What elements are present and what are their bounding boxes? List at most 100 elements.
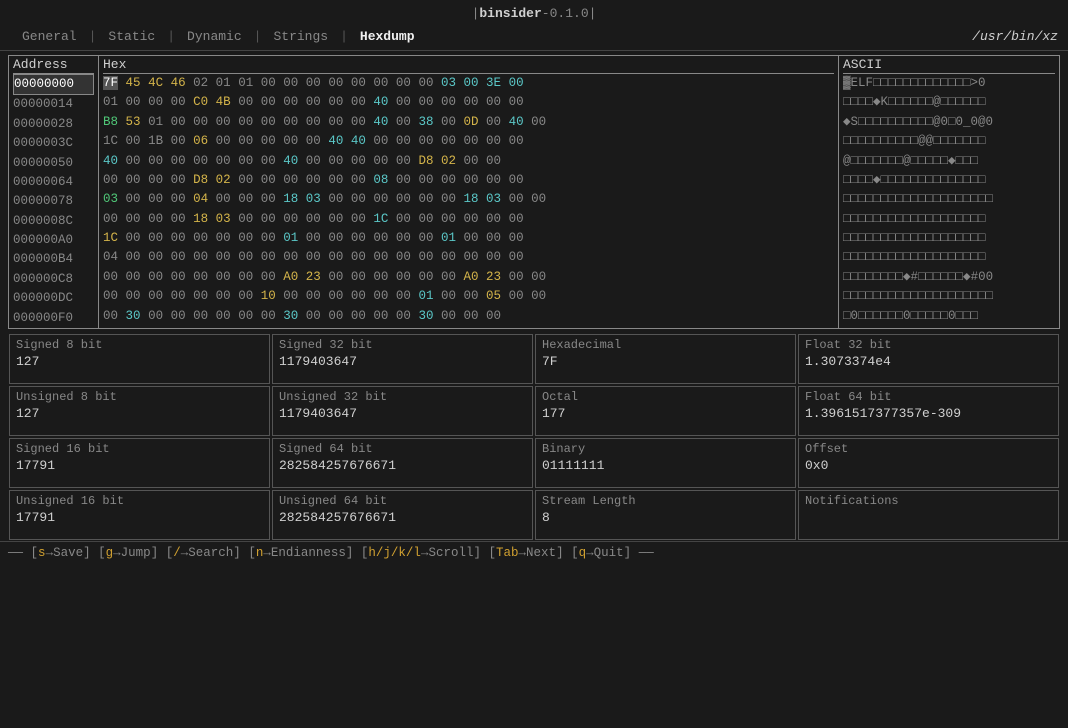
tab-general[interactable]: General: [10, 27, 89, 46]
label-binary: Binary: [542, 442, 585, 456]
tab-hexdump[interactable]: Hexdump: [348, 27, 427, 46]
address-column: Address 0000000000000014000000280000003C…: [9, 56, 99, 328]
title-bar: |binsider-0.1.0|: [0, 0, 1068, 23]
status-key[interactable]: q: [579, 546, 587, 560]
tabs: General | Static | Dynamic | Strings | H…: [10, 27, 427, 46]
ascii-row: □□□□□□□□□□□□□□□□□□□: [843, 248, 1055, 267]
panel-hexadecimal: Hexadecimal 7F: [535, 334, 796, 384]
label-float-32bit: Float 32 bit: [805, 338, 891, 352]
hex-row: 7F 45 4C 46 02 01 01 00 00 00 00 00 00 0…: [103, 74, 834, 93]
hex-row: 1C 00 00 00 00 00 00 00 01 00 00 00 00 0…: [103, 229, 834, 248]
ascii-row: □□□□□□□□□□□□□□□□□□□□: [843, 287, 1055, 306]
title-separator-right: |: [589, 6, 597, 21]
label-float-64bit: Float 64 bit: [805, 390, 891, 404]
status-bar: —— [s→Save] [g→Jump] [/→Search] [n→Endia…: [0, 541, 1068, 564]
status-separator: [158, 546, 166, 560]
address-row[interactable]: 00000078: [13, 192, 94, 211]
panel-unsigned-64bit: Unsigned 64 bit 282584257676671: [272, 490, 533, 540]
label-unsigned-32bit: Unsigned 32 bit: [279, 390, 387, 404]
ascii-row: □□□□□□□□□□□□□□□□□□□: [843, 210, 1055, 229]
value-signed-32bit: 1179403647: [279, 354, 526, 369]
address-rows: 0000000000000014000000280000003C00000050…: [13, 74, 94, 328]
status-separator: [91, 546, 99, 560]
panel-binary: Binary 01111111: [535, 438, 796, 488]
value-unsigned-8bit: 127: [16, 406, 263, 421]
value-signed-64bit: 282584257676671: [279, 458, 526, 473]
status-key[interactable]: h/j/k/l: [368, 546, 421, 560]
address-row[interactable]: 000000B4: [13, 250, 94, 269]
panel-float-32bit: Float 32 bit 1.3073374e4: [798, 334, 1059, 384]
panel-unsigned-32bit: Unsigned 32 bit 1179403647: [272, 386, 533, 436]
status-desc: Save: [53, 546, 83, 560]
status-desc: Next: [526, 546, 556, 560]
panel-float-64bit: Float 64 bit 1.3961517377357e-309: [798, 386, 1059, 436]
ascii-header: ASCII: [843, 56, 1055, 74]
hex-rows: 7F 45 4C 46 02 01 01 00 00 00 00 00 00 0…: [103, 74, 834, 326]
status-bracket-close: ]: [556, 546, 564, 560]
ascii-row: □□□□◆K□□□□□□@□□□□□□: [843, 93, 1055, 112]
address-row[interactable]: 00000014: [13, 95, 94, 114]
status-items: [s→Save] [g→Jump] [/→Search] [n→Endianne…: [31, 546, 632, 560]
address-row[interactable]: 00000000: [13, 74, 94, 95]
status-key[interactable]: Tab: [496, 546, 519, 560]
hex-row: 00 00 00 00 D8 02 00 00 00 00 00 00 08 0…: [103, 171, 834, 190]
main: Address 0000000000000014000000280000003C…: [0, 51, 1068, 541]
panel-octal: Octal 177: [535, 386, 796, 436]
ascii-rows: ▓ELF□□□□□□□□□□□□□>0□□□□◆K□□□□□□@□□□□□□◆S…: [843, 74, 1055, 326]
hex-row: 01 00 00 00 C0 4B 00 00 00 00 00 00 40 0…: [103, 93, 834, 112]
address-row[interactable]: 00000064: [13, 173, 94, 192]
value-octal: 177: [542, 406, 789, 421]
hex-row: 40 00 00 00 00 00 00 00 40 00 00 00 00 0…: [103, 152, 834, 171]
tab-strings[interactable]: Strings: [261, 27, 340, 46]
panel-unsigned-16bit: Unsigned 16 bit 17791: [9, 490, 270, 540]
label-signed-8bit: Signed 8 bit: [16, 338, 102, 352]
label-octal: Octal: [542, 390, 578, 404]
hex-column[interactable]: Hex 7F 45 4C 46 02 01 01 00 00 00 00 00 …: [99, 56, 839, 328]
ascii-row: □□□□◆□□□□□□□□□□□□□□: [843, 171, 1055, 190]
label-unsigned-16bit: Unsigned 16 bit: [16, 494, 124, 508]
value-stream-length: 8: [542, 510, 789, 525]
ascii-row: ◆S□□□□□□□□□□@0□0_0@0: [843, 113, 1055, 132]
status-bracket: [: [571, 546, 579, 560]
address-row[interactable]: 0000003C: [13, 134, 94, 153]
address-header: Address: [13, 56, 94, 74]
ascii-row: □□□□□□□□□□@@□□□□□□□: [843, 132, 1055, 151]
address-row[interactable]: 000000F0: [13, 309, 94, 328]
status-bracket-close: ]: [624, 546, 632, 560]
panel-offset: Offset 0x0: [798, 438, 1059, 488]
value-binary: 01111111: [542, 458, 789, 473]
panel-signed-32bit: Signed 32 bit 1179403647: [272, 334, 533, 384]
panel-signed-64bit: Signed 64 bit 282584257676671: [272, 438, 533, 488]
tab-static[interactable]: Static: [96, 27, 167, 46]
status-separator: [353, 546, 361, 560]
status-desc: Jump: [121, 546, 151, 560]
label-notifications: Notifications: [805, 494, 899, 508]
address-row[interactable]: 000000A0: [13, 231, 94, 250]
address-row[interactable]: 0000008C: [13, 212, 94, 231]
tab-dynamic[interactable]: Dynamic: [175, 27, 254, 46]
ascii-row: ▓ELF□□□□□□□□□□□□□>0: [843, 74, 1055, 93]
ascii-row: □□□□□□□□□□□□□□□□□□□□: [843, 190, 1055, 209]
address-row[interactable]: 000000DC: [13, 289, 94, 308]
value-unsigned-64bit: 282584257676671: [279, 510, 526, 525]
label-signed-32bit: Signed 32 bit: [279, 338, 373, 352]
panel-unsigned-8bit: Unsigned 8 bit 127: [9, 386, 270, 436]
status-bracket: [: [248, 546, 256, 560]
status-arrow: →: [46, 546, 54, 560]
status-bracket: [: [31, 546, 39, 560]
label-unsigned-8bit: Unsigned 8 bit: [16, 390, 117, 404]
address-row[interactable]: 00000028: [13, 115, 94, 134]
panel-notifications: Notifications: [798, 490, 1059, 540]
hex-row: B8 53 01 00 00 00 00 00 00 00 00 00 40 0…: [103, 113, 834, 132]
status-key[interactable]: s: [38, 546, 46, 560]
hex-row: 04 00 00 00 00 00 00 00 00 00 00 00 00 0…: [103, 248, 834, 267]
address-row[interactable]: 00000050: [13, 154, 94, 173]
label-unsigned-64bit: Unsigned 64 bit: [279, 494, 387, 508]
hex-row: 03 00 00 00 04 00 00 00 18 03 00 00 00 0…: [103, 190, 834, 209]
status-arrow: →: [586, 546, 594, 560]
value-signed-8bit: 127: [16, 354, 263, 369]
ascii-row: @□□□□□□□@□□□□□◆□□□: [843, 152, 1055, 171]
address-row[interactable]: 000000C8: [13, 270, 94, 289]
panel-signed-16bit: Signed 16 bit 17791: [9, 438, 270, 488]
status-key[interactable]: /: [173, 546, 181, 560]
